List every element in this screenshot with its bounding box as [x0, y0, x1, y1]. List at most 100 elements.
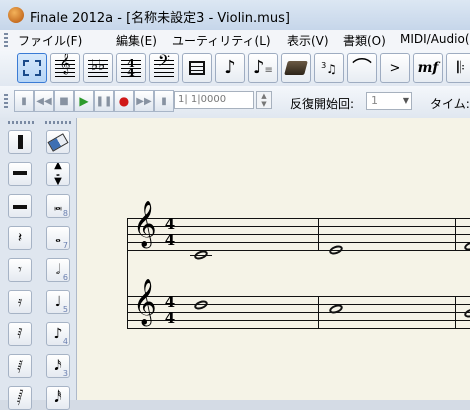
key-signature-tool-button[interactable]: ♭♭ — [83, 53, 113, 83]
repeat-start-value: 1 — [371, 94, 378, 107]
time-sig-denominator: 4 — [164, 309, 176, 327]
system-barline — [127, 218, 128, 329]
staff-line — [127, 312, 470, 313]
sixteenth-rest-icon: 𝄿 — [17, 294, 23, 310]
treble-clef[interactable]: 𝄞 — [133, 282, 157, 322]
half-note-button[interactable]: 𝅗𝅥 6 — [46, 258, 70, 282]
speedy-note-icon: ♪≡ — [253, 57, 273, 78]
eighth-note-button[interactable]: ♪ 4 — [46, 322, 70, 346]
quarter-rest-button[interactable]: 𝄽 — [8, 226, 32, 250]
whole-rest-button[interactable] — [8, 162, 32, 186]
clef-tool-button[interactable]: 𝄢 — [149, 53, 179, 83]
measure-tool-button[interactable] — [182, 53, 212, 83]
finale-app-icon[interactable] — [8, 7, 24, 23]
whole-note[interactable] — [328, 243, 344, 257]
whole-note-button[interactable]: 𝅝 7 — [46, 226, 70, 250]
thirty-second-rest-button[interactable]: 𝅀 — [8, 322, 32, 346]
eighth-rest-icon: 𝄾 — [18, 262, 22, 278]
hundred-twenty-eighth-rest-button[interactable]: 𝅂 — [8, 386, 32, 410]
rewind-icon: ◀◀ — [36, 95, 52, 107]
whole-rest-icon — [13, 171, 27, 177]
half-rest-button[interactable] — [8, 194, 32, 218]
stop-button[interactable]: ■ — [54, 90, 74, 112]
play-icon: ▶ — [79, 94, 89, 108]
staff-line — [127, 328, 470, 329]
staff-tool-button[interactable]: 𝄞 — [50, 53, 80, 83]
sixty-fourth-rest-button[interactable]: 𝅁 — [8, 354, 32, 378]
menu-view[interactable]: 表示(V) — [287, 32, 329, 49]
ledger-line — [190, 255, 212, 256]
stop-icon: ■ — [59, 95, 69, 107]
menu-midi-audio[interactable]: MIDI/Audio( — [400, 32, 470, 46]
slur-icon: ⌒ — [352, 56, 372, 80]
sixteenth-note-button[interactable]: 𝅘𝅥𝅯 3 — [46, 354, 70, 378]
go-to-end-button[interactable]: ▮ — [154, 90, 174, 112]
whole-note[interactable] — [463, 306, 470, 320]
articulation-tool-button[interactable]: > — [380, 53, 410, 83]
treble-clef[interactable]: 𝄞 — [133, 204, 157, 244]
menu-utilities[interactable]: ユーティリティ(L) — [172, 32, 271, 49]
hyperscribe-keyboard-icon — [284, 61, 308, 75]
palette-grip[interactable] — [8, 121, 34, 124]
whole-note[interactable] — [193, 298, 209, 312]
score-document[interactable]: 𝄞 𝄞 44 44 — [77, 118, 470, 400]
measure-counter-field[interactable]: 1| 1|0000 — [174, 91, 254, 109]
spin-up-icon: ▲ — [261, 92, 267, 100]
thirty-second-note-button[interactable]: 𝅘𝅥𝅰 — [46, 386, 70, 410]
eighth-note-icon: ♪ — [53, 326, 63, 342]
smart-shape-tool-button[interactable]: ⌒ — [347, 53, 377, 83]
simple-entry-tool-button[interactable]: ♪ — [215, 53, 245, 83]
eighth-note-icon: ♪ — [224, 57, 236, 78]
eighth-rest-button[interactable]: 𝄾 — [8, 258, 32, 282]
hundred-twenty-eighth-rest-icon: 𝅂 — [16, 390, 24, 406]
menu-edit[interactable]: 編集(E) — [116, 32, 157, 49]
stop-reset-button[interactable]: ▮ — [14, 90, 34, 112]
quarter-note-button[interactable]: ♩ 5 — [46, 290, 70, 314]
time-signature[interactable]: 44 — [164, 217, 176, 248]
repeat-start-select[interactable]: 1 ▼ — [366, 92, 412, 110]
double-whole-note-button[interactable]: 𝅜 8 — [46, 194, 70, 218]
counter-spinner[interactable]: ▲ ▼ — [256, 91, 272, 109]
play-button[interactable]: ▶ — [74, 90, 94, 112]
main-tool-palette: 𝄞 ♭♭ 44 𝄢 ♪ ♪≡ 3♫ ⌒ > mf 𝄆 — [0, 50, 470, 87]
dropdown-arrow-icon: ▼ — [402, 96, 409, 105]
barline — [455, 296, 456, 329]
staff-line — [127, 218, 470, 219]
fast-forward-button[interactable]: ▶▶ — [134, 90, 154, 112]
fast-forward-icon: ▶▶ — [136, 95, 152, 107]
sixty-fourth-rest-icon: 𝅁 — [17, 358, 23, 374]
rewind-button[interactable]: ◀◀ — [34, 90, 54, 112]
menu-file[interactable]: ファイル(F) — [18, 32, 82, 49]
sixteenth-rest-button[interactable]: 𝄿 — [8, 290, 32, 314]
staff-line — [127, 320, 470, 321]
time-label: タイム: — [430, 97, 470, 111]
time-signature-tool-button[interactable]: 44 — [116, 53, 146, 83]
record-button[interactable]: ● — [114, 90, 134, 112]
shortcut-number: 6 — [62, 273, 68, 282]
half-step-up-down-button[interactable]: ▲ 𝅝 ▼ — [46, 162, 70, 186]
time-signature-icon: 44 — [121, 58, 141, 78]
expression-tool-button[interactable]: mf — [413, 53, 443, 83]
playback-grip[interactable] — [4, 94, 8, 110]
speedy-entry-tool-button[interactable]: ♪≡ — [248, 53, 278, 83]
whole-note-icon: 𝅝 — [55, 230, 61, 246]
bass-clef-icon: 𝄢 — [154, 54, 174, 77]
menu-document[interactable]: 書類(O) — [343, 32, 386, 49]
eraser-button[interactable] — [46, 130, 70, 154]
pause-button[interactable]: ❚❚ — [94, 90, 114, 112]
palette-grip[interactable] — [45, 121, 71, 124]
selection-tool-button[interactable] — [17, 53, 47, 83]
eraser-icon — [47, 132, 69, 152]
tuplet-tool-button[interactable]: 3♫ — [314, 53, 344, 83]
staff-line — [127, 296, 470, 297]
menu-grip[interactable] — [4, 33, 8, 47]
double-whole-note-icon: 𝅜 — [54, 198, 62, 214]
stop-bar-icon: ▮ — [21, 95, 27, 107]
hyperscribe-tool-button[interactable] — [281, 53, 311, 83]
shortcut-number: 7 — [62, 241, 68, 250]
double-whole-rest-button[interactable] — [8, 130, 32, 154]
repeat-tool-button[interactable]: 𝄆 — [446, 53, 470, 83]
rest-palette: 𝄽 𝄾 𝄿 𝅀 𝅁 𝅂 — [0, 118, 41, 410]
quarter-rest-icon: 𝄽 — [17, 230, 23, 246]
time-signature[interactable]: 44 — [164, 295, 176, 327]
